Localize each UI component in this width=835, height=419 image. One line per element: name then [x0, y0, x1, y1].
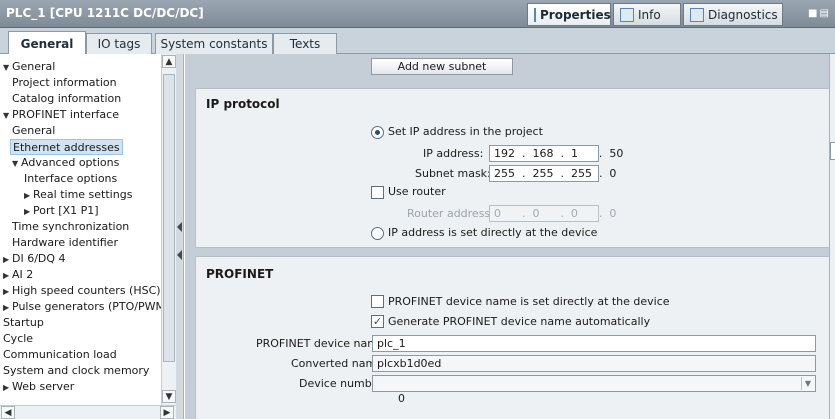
- use-router-checkbox[interactable]: [371, 186, 384, 199]
- tree-item-profinet-interface[interactable]: ▼ PROFINET interface: [3, 107, 119, 123]
- add-new-subnet-button[interactable]: Add new subnet: [371, 58, 513, 75]
- profinet-section: PROFINET PROFINET device name is set dir…: [195, 256, 831, 419]
- window-controls-icon[interactable]: ■▤: [808, 8, 831, 19]
- scroll-right-icon[interactable]: ▶: [160, 406, 174, 419]
- properties-icon: [534, 7, 536, 22]
- use-router-label: Use router: [388, 185, 446, 198]
- chevron-down-icon[interactable]: ▼: [801, 377, 814, 390]
- chevron-right-icon[interactable]: ▶: [3, 380, 12, 396]
- profinet-name-direct-checkbox[interactable]: [371, 295, 384, 308]
- chevron-down-icon[interactable]: ▼: [12, 156, 21, 172]
- set-ip-in-project-label: Set IP address in the project: [388, 125, 543, 138]
- tab-info[interactable]: Info: [613, 3, 681, 26]
- tree-item-time-synchronization[interactable]: Time synchronization: [12, 219, 129, 235]
- title-bar: PLC_1 [CPU 1211C DC/DC/DC] Properties In…: [0, 0, 835, 28]
- router-address-label: Router address:: [407, 207, 494, 220]
- chevron-right-icon[interactable]: ▶: [3, 284, 12, 300]
- tab-texts[interactable]: Texts: [273, 33, 337, 54]
- tree-horizontal-scrollbar[interactable]: ◀ ▶: [0, 405, 176, 419]
- subnet-mask-field[interactable]: 255 . 255 . 255 . 0: [489, 165, 616, 182]
- chevron-right-icon[interactable]: ▶: [3, 300, 12, 316]
- navigation-tree: ▼ General Project information Catalog inf…: [0, 54, 176, 419]
- chevron-right-icon[interactable]: ▶: [3, 268, 12, 284]
- collapse-left-icon[interactable]: [177, 250, 182, 260]
- tab-io-tags[interactable]: IO tags: [86, 33, 152, 54]
- tree-item-ethernet-addresses[interactable]: Ethernet addresses: [10, 139, 123, 155]
- set-ip-in-project-radio[interactable]: [371, 126, 384, 139]
- ip-set-directly-radio[interactable]: [371, 227, 384, 240]
- tab-general[interactable]: General: [8, 31, 86, 55]
- device-number-value: 0: [397, 392, 405, 405]
- tab-diagnostics[interactable]: Diagnostics: [683, 3, 783, 26]
- tree-item-ai[interactable]: ▶ AI 2: [3, 267, 33, 283]
- chevron-down-icon[interactable]: ▼: [3, 60, 12, 76]
- profinet-device-name-field[interactable]: plc_1: [372, 335, 816, 352]
- tree-item-startup[interactable]: Startup: [3, 315, 44, 331]
- tree-item-project-information[interactable]: Project information: [12, 75, 117, 91]
- scroll-up-icon[interactable]: ▲: [162, 55, 176, 68]
- profinet-name-direct-label: PROFINET device name is set directly at …: [388, 295, 670, 308]
- tree-item-system-clock-memory[interactable]: System and clock memory: [3, 363, 149, 379]
- chevron-right-icon[interactable]: ▶: [3, 252, 12, 268]
- tree-item-web-server[interactable]: ▶ Web server: [3, 379, 74, 395]
- collapse-left-icon[interactable]: [177, 222, 182, 232]
- device-number-dropdown[interactable]: 0 ▼: [372, 375, 816, 405]
- scroll-left-icon[interactable]: ◀: [1, 406, 15, 419]
- tree-item-port-x1-p1[interactable]: ▶ Port [X1 P1]: [24, 203, 99, 219]
- ip-protocol-heading: IP protocol: [206, 97, 280, 111]
- content-scrollbar[interactable]: [829, 54, 835, 419]
- subtab-bar: General IO tags System constants Texts: [0, 28, 835, 55]
- tree-vertical-scrollbar[interactable]: ▲ ▼: [161, 54, 176, 405]
- tab-properties-label: Properties: [540, 7, 611, 22]
- scroll-down-icon[interactable]: ▼: [162, 390, 176, 403]
- tree-item-real-time-settings[interactable]: ▶ Real time settings: [24, 187, 132, 203]
- profinet-heading: PROFINET: [206, 267, 274, 281]
- tree-item-hsc[interactable]: ▶ High speed counters (HSC): [3, 283, 161, 299]
- properties-content: Add new subnet IP protocol Set IP addres…: [185, 54, 835, 419]
- tab-system-constants[interactable]: System constants: [155, 33, 273, 54]
- tree-item-hardware-identifier[interactable]: Hardware identifier: [12, 235, 118, 251]
- profinet-device-name-label: PROFINET device name: [256, 337, 385, 350]
- ip-set-directly-label: IP address is set directly at the device: [388, 226, 598, 239]
- tab-diagnostics-label: Diagnostics: [708, 7, 778, 22]
- tab-properties[interactable]: Properties: [527, 3, 611, 26]
- chevron-right-icon[interactable]: ▶: [24, 188, 33, 204]
- tree-item-interface-options[interactable]: Interface options: [24, 171, 117, 187]
- chevron-down-icon[interactable]: ▼: [3, 108, 12, 124]
- ip-address-label: IP address:: [423, 147, 484, 160]
- ip-protocol-section: IP protocol Set IP address in the projec…: [195, 88, 831, 248]
- generate-profinet-name-checkbox[interactable]: ✓: [371, 315, 384, 328]
- tree-item-catalog-information[interactable]: Catalog information: [12, 91, 121, 107]
- tree-item-communication-load[interactable]: Communication load: [3, 347, 117, 363]
- tree-item-general[interactable]: ▼ General: [3, 59, 55, 75]
- chevron-right-icon[interactable]: ▶: [24, 204, 33, 220]
- router-address-field[interactable]: 0 . 0 . 0 . 0: [489, 205, 616, 222]
- tree-item-pulse-generators[interactable]: ▶ Pulse generators (PTO/PWM): [3, 299, 169, 315]
- converted-name-field[interactable]: plcxb1d0ed: [372, 355, 816, 372]
- info-icon: [620, 7, 634, 22]
- generate-profinet-name-label: Generate PROFINET device name automatica…: [388, 315, 651, 328]
- tab-info-label: Info: [638, 7, 661, 22]
- tree-item-profinet-general[interactable]: General: [12, 123, 55, 139]
- panel-splitter[interactable]: [176, 54, 184, 419]
- ip-address-field[interactable]: 192 . 168 . 1 . 50: [489, 145, 623, 162]
- tree-item-di-dq[interactable]: ▶ DI 6/DQ 4: [3, 251, 66, 267]
- content-scroll-thumb[interactable]: [830, 142, 835, 160]
- subnet-mask-label: Subnet mask:: [415, 167, 491, 180]
- diagnostics-icon: [690, 7, 704, 22]
- tree-item-cycle[interactable]: Cycle: [3, 331, 33, 347]
- window-title: PLC_1 [CPU 1211C DC/DC/DC]: [6, 6, 204, 20]
- tree-scroll-thumb[interactable]: [163, 74, 175, 362]
- tree-item-advanced-options[interactable]: ▼ Advanced options: [12, 155, 119, 171]
